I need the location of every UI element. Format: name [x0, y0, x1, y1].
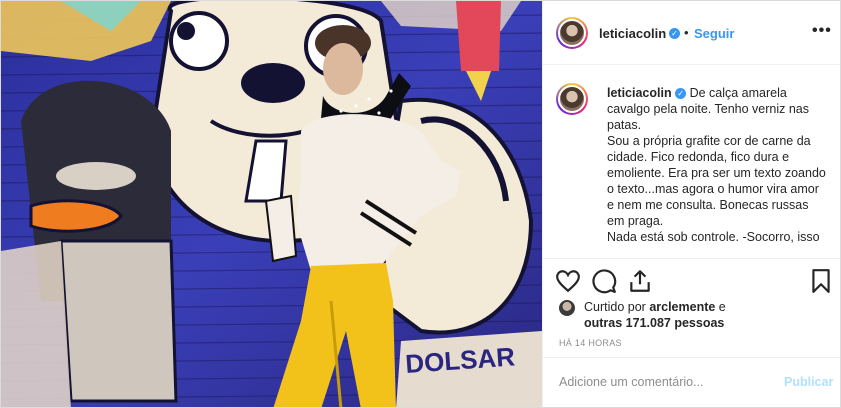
- add-comment-bar: Adicione um comentário... Publicar: [543, 357, 840, 407]
- post-timestamp[interactable]: HÁ 14 HORAS: [559, 338, 622, 348]
- separator-dot: •: [684, 25, 689, 40]
- post-header: leticiacolin ✓ • Seguir •••: [543, 1, 840, 65]
- follow-button[interactable]: Seguir: [694, 26, 734, 41]
- post-photo[interactable]: DOLSAR: [1, 1, 542, 407]
- more-options-icon[interactable]: •••: [812, 22, 832, 40]
- instagram-post: DOLSAR leticiacolin ✓ • Seguir ••• letic…: [0, 0, 841, 408]
- likes-conjunction: e: [715, 300, 726, 314]
- comment-icon[interactable]: [591, 268, 617, 294]
- post-sidebar: leticiacolin ✓ • Seguir ••• leticiacolin…: [542, 1, 840, 407]
- likes-summary: Curtido por arclemente e outras 171.087 …: [559, 299, 829, 331]
- caption-username[interactable]: leticiacolin: [607, 86, 672, 100]
- bookmark-icon[interactable]: [808, 268, 834, 294]
- publish-button[interactable]: Publicar: [784, 375, 833, 389]
- caption-text: De calça amarela cavalgo pela noite. Ten…: [607, 86, 826, 244]
- avatar-image: [558, 85, 586, 113]
- liker-username[interactable]: arclemente: [649, 300, 715, 314]
- likes-count-link[interactable]: outras 171.087 pessoas: [584, 316, 724, 330]
- comments-area[interactable]: leticiacolin ✓ De calça amarela cavalgo …: [543, 65, 840, 257]
- verified-badge-icon: ✓: [669, 28, 680, 39]
- action-bar: [543, 258, 840, 302]
- username-link[interactable]: leticiacolin: [599, 26, 666, 41]
- share-icon[interactable]: [627, 268, 653, 294]
- avatar-image: [558, 19, 586, 47]
- post-caption: leticiacolin ✓ De calça amarela cavalgo …: [607, 85, 829, 245]
- likes-text: Curtido por arclemente e outras 171.087 …: [584, 299, 726, 331]
- profile-avatar[interactable]: [556, 17, 588, 49]
- caption-avatar[interactable]: [556, 83, 588, 115]
- likes-prefix: Curtido por: [584, 300, 650, 314]
- heart-icon[interactable]: [555, 268, 581, 294]
- verified-badge-icon: ✓: [675, 88, 687, 99]
- liker-avatar[interactable]: [559, 300, 575, 316]
- graffiti-photo-illustration: DOLSAR: [1, 1, 542, 407]
- comment-input[interactable]: Adicione um comentário...: [559, 375, 759, 389]
